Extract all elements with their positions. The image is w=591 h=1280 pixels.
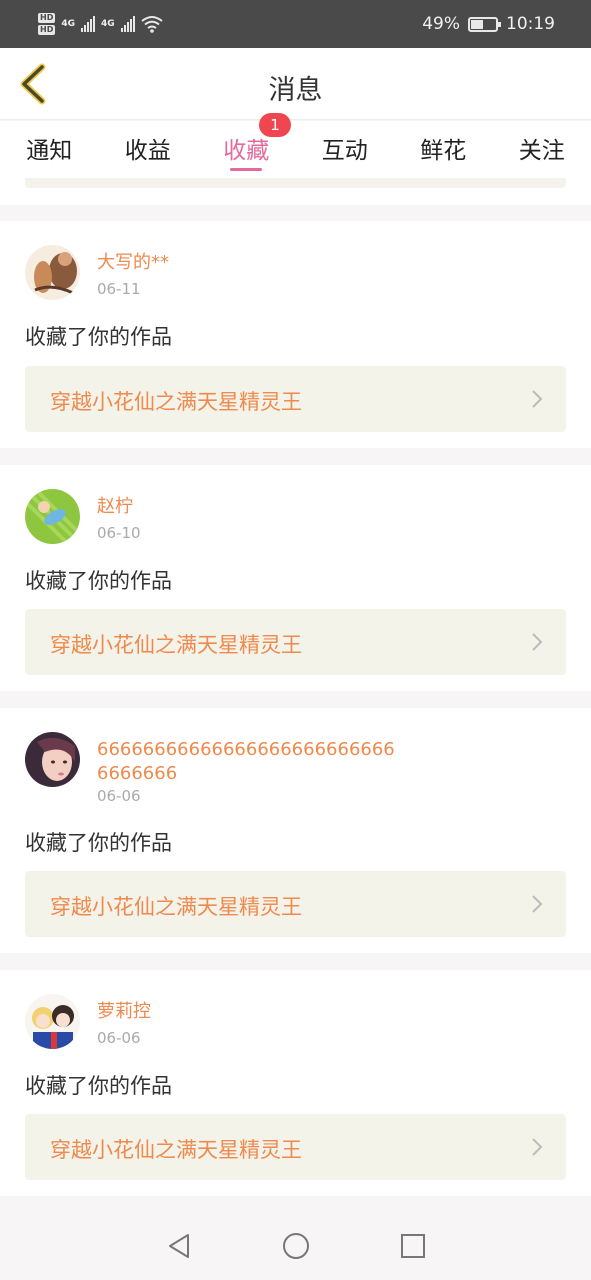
hd-indicators: HD HD — [38, 13, 56, 35]
message-date: 06-10 — [97, 524, 141, 542]
message-date: 06-11 — [97, 280, 141, 298]
message-date: 06-06 — [97, 1029, 141, 1047]
work-link[interactable]: 穿越小花仙之满天星精灵王 — [25, 871, 566, 937]
username[interactable]: 赵柠 — [97, 495, 397, 519]
avatar[interactable] — [25, 489, 80, 544]
clock: 10:19 — [506, 14, 555, 34]
tab-earnings[interactable]: 收益 — [99, 121, 198, 178]
status-left: HD HD 4G 4G — [38, 13, 163, 35]
tab-follow[interactable]: 关注 — [493, 121, 591, 178]
chevron-right-icon — [532, 1138, 543, 1156]
chevron-right-icon — [532, 895, 543, 913]
work-title: 穿越小花仙之满天星精灵王 — [50, 633, 302, 657]
circle-home-icon[interactable] — [281, 1231, 311, 1261]
system-nav-bar — [0, 1211, 591, 1280]
work-link[interactable]: 穿越小花仙之满天星精灵王 — [25, 366, 566, 432]
wifi-icon — [141, 16, 163, 33]
work-link[interactable]: 穿越小花仙之满天星精灵王 — [25, 1114, 566, 1180]
tab-interactions[interactable]: 互动 — [296, 121, 395, 178]
action-text: 收藏了你的作品 — [25, 325, 172, 349]
chevron-right-icon — [532, 390, 543, 408]
work-title: 穿越小花仙之满天星精灵王 — [50, 895, 302, 919]
tab-notifications[interactable]: 通知 — [0, 121, 99, 178]
tab-favorites-label: 收藏 — [223, 138, 270, 164]
message-date: 06-06 — [97, 787, 141, 805]
signal-icon-2 — [120, 16, 135, 32]
triangle-back-icon[interactable] — [164, 1231, 194, 1261]
work-title: 穿越小花仙之满天星精灵王 — [50, 1138, 302, 1162]
network-type-1: 4G — [61, 19, 75, 29]
unread-badge: 1 — [259, 113, 291, 137]
avatar[interactable] — [25, 994, 80, 1049]
username[interactable]: 666666666666666666666666666666666 — [97, 738, 397, 786]
hd-indicator-1: HD — [38, 13, 56, 23]
app-header: 消息 — [0, 48, 591, 120]
work-link[interactable]: 穿越小花仙之满天星精灵王 — [25, 609, 566, 675]
tab-flowers[interactable]: 鲜花 — [394, 121, 493, 178]
status-bar: HD HD 4G 4G 49% 10:19 — [0, 0, 591, 48]
avatar[interactable] — [25, 245, 80, 300]
list-item: 萝莉控 06-06 收藏了你的作品 穿越小花仙之满天星精灵王 — [0, 970, 591, 1196]
list-item: 666666666666666666666666666666666 06-06 … — [0, 708, 591, 953]
network-type-2: 4G — [101, 19, 115, 29]
previous-card-remnant — [0, 178, 591, 205]
action-text: 收藏了你的作品 — [25, 569, 172, 593]
tab-favorites[interactable]: 收藏 1 — [197, 113, 296, 178]
message-list[interactable]: 大写的** 06-11 收藏了你的作品 穿越小花仙之满天星精灵王 赵柠 06-1… — [0, 178, 591, 1211]
status-right: 49% 10:19 — [422, 14, 555, 34]
battery-icon — [468, 16, 501, 32]
username[interactable]: 萝莉控 — [97, 1000, 397, 1024]
username[interactable]: 大写的** — [97, 251, 397, 275]
work-title: 穿越小花仙之满天星精灵王 — [50, 390, 302, 414]
list-item: 大写的** 06-11 收藏了你的作品 穿越小花仙之满天星精灵王 — [0, 221, 591, 448]
tab-bar: 通知 收益 收藏 1 互动 鲜花 关注 — [0, 113, 591, 178]
action-text: 收藏了你的作品 — [25, 831, 172, 855]
chevron-right-icon — [532, 633, 543, 651]
page-title: 消息 — [268, 75, 323, 106]
action-text: 收藏了你的作品 — [25, 1074, 172, 1098]
square-recents-icon[interactable] — [398, 1231, 428, 1261]
avatar[interactable] — [25, 732, 80, 787]
hd-indicator-2: HD — [38, 25, 56, 35]
list-item: 赵柠 06-10 收藏了你的作品 穿越小花仙之满天星精灵王 — [0, 465, 591, 691]
battery-percent: 49% — [422, 14, 460, 34]
signal-icon — [81, 16, 95, 32]
